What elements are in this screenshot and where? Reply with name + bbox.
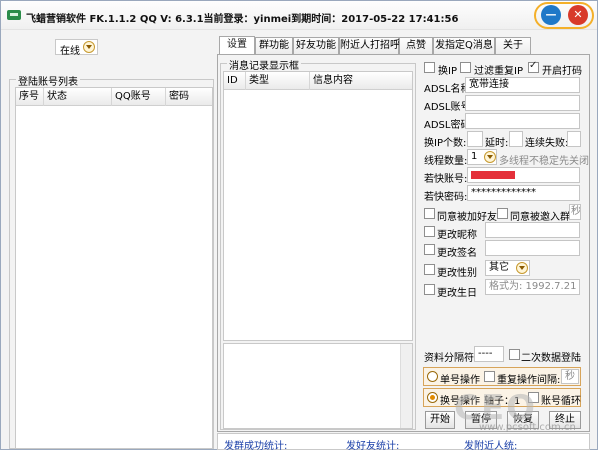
change-birthday-checkbox[interactable] bbox=[424, 284, 435, 295]
change-gender-label: 更改性别 bbox=[437, 268, 477, 279]
app-logo-icon bbox=[7, 10, 21, 20]
repeat-interval-input[interactable]: 秒 bbox=[561, 369, 579, 384]
enable-coding-label: 开启打码 bbox=[542, 66, 582, 77]
column-type[interactable]: 类型 bbox=[246, 72, 310, 90]
tab-about[interactable]: 关于 bbox=[495, 37, 531, 54]
switch-ip-label: 换IP bbox=[438, 66, 457, 77]
threads-label: 线程数量: bbox=[424, 156, 468, 167]
separator-label: 资料分隔符: bbox=[424, 353, 478, 364]
friend-stat: 发好友统计: bbox=[346, 441, 400, 450]
account-list-table[interactable]: 序号 状态 QQ账号 密码 bbox=[15, 87, 213, 449]
accept-group-checkbox[interactable] bbox=[497, 208, 508, 219]
column-password[interactable]: 密码 bbox=[166, 88, 212, 106]
scrollbar[interactable] bbox=[400, 344, 412, 428]
title-bar: 飞蜡营销软件 FK.1.1.2 QQ V: 6.3.1当前登录：yinmei到期… bbox=[1, 1, 597, 30]
repeat-op-checkbox[interactable] bbox=[484, 371, 495, 382]
accept-friend-label: 同意被加好友 bbox=[437, 212, 497, 223]
secondary-login-label: 二次数据登陆 bbox=[521, 353, 581, 364]
adsl-name-input[interactable]: 宽带连接 bbox=[465, 77, 580, 93]
change-birthday-label: 更改生日 bbox=[437, 288, 477, 299]
status-area: 在线 bbox=[8, 34, 213, 72]
watermark-url: www.pcsoft.com.cn bbox=[479, 422, 576, 433]
group-success-stat: 发群成功统计: bbox=[224, 441, 288, 450]
column-info-content[interactable]: 信息内容 bbox=[310, 72, 412, 90]
message-log-title: 消息记录显示框 bbox=[227, 57, 301, 72]
accept-group-label: 同意被邀入群 bbox=[510, 212, 570, 223]
single-op-panel: 单号操作 重复操作间隔: 秒 bbox=[423, 367, 581, 386]
single-op-radio[interactable] bbox=[427, 371, 438, 382]
change-nick-checkbox[interactable] bbox=[424, 226, 435, 237]
online-status-value: 在线 bbox=[60, 46, 80, 57]
tab-nearby-greeting[interactable]: 附近人打招呼 bbox=[339, 37, 400, 54]
app-window: 飞蜡营销软件 FK.1.1.2 QQ V: 6.3.1当前登录：yinmei到期… bbox=[0, 0, 598, 450]
birthday-input[interactable]: 格式为: 1992.7.21 bbox=[485, 279, 580, 295]
threads-value: 1 bbox=[471, 151, 478, 162]
column-qq-account[interactable]: QQ账号 bbox=[112, 88, 166, 106]
account-list-title: 登陆账号列表 bbox=[16, 73, 80, 88]
chevron-down-icon[interactable] bbox=[83, 41, 95, 53]
tab-settings[interactable]: 设置 bbox=[219, 36, 255, 54]
change-sign-label: 更改签名 bbox=[437, 248, 477, 259]
minimize-button[interactable]: — bbox=[541, 5, 561, 25]
fail-count-input[interactable] bbox=[567, 131, 581, 147]
enable-coding-checkbox[interactable] bbox=[528, 60, 539, 73]
delay-input[interactable] bbox=[509, 131, 523, 147]
tab-send-q-message[interactable]: 发指定Q消息 bbox=[433, 37, 495, 54]
account-list-header: 序号 状态 QQ账号 密码 bbox=[16, 88, 212, 106]
window-title: 飞蜡营销软件 FK.1.1.2 QQ V: 6.3.1当前登录：yinmei到期… bbox=[26, 14, 459, 25]
secondary-login-checkbox[interactable] bbox=[509, 349, 520, 360]
close-button[interactable]: ✕ bbox=[568, 5, 588, 25]
ruokuai-account-label: 若快账号: bbox=[424, 174, 468, 185]
ruokuai-password-label: 若快密码: bbox=[424, 192, 468, 203]
column-status[interactable]: 状态 bbox=[44, 88, 112, 106]
tab-like[interactable]: 点赞 bbox=[399, 37, 433, 54]
change-gender-checkbox[interactable] bbox=[424, 264, 435, 275]
fail-count-label: 连续失败: bbox=[525, 138, 569, 149]
delay-label: 延时: bbox=[485, 138, 509, 149]
threads-select[interactable]: 1 bbox=[467, 149, 497, 165]
single-op-label: 单号操作 bbox=[440, 375, 480, 386]
tab-group-functions[interactable]: 群功能 bbox=[255, 37, 293, 54]
column-id[interactable]: ID bbox=[224, 72, 246, 90]
accept-group-seconds[interactable]: 秒 bbox=[569, 204, 581, 220]
gender-value: 其它 bbox=[489, 262, 509, 273]
message-detail-box[interactable] bbox=[223, 343, 413, 429]
nearby-stat: 发附近人统: bbox=[464, 441, 518, 450]
ruokuai-password-input[interactable]: ************* bbox=[467, 185, 580, 201]
chevron-down-icon[interactable] bbox=[484, 151, 496, 163]
column-index[interactable]: 序号 bbox=[16, 88, 44, 106]
message-log-header: ID 类型 信息内容 bbox=[224, 72, 412, 90]
accept-friend-checkbox[interactable] bbox=[424, 208, 435, 219]
chevron-down-icon[interactable] bbox=[516, 262, 528, 274]
filter-dup-ip-checkbox[interactable] bbox=[460, 62, 471, 73]
switch-op-radio[interactable] bbox=[427, 392, 438, 403]
message-log-table[interactable]: ID 类型 信息内容 bbox=[223, 71, 413, 341]
start-button[interactable]: 开始 bbox=[425, 411, 455, 429]
nickname-input[interactable] bbox=[485, 222, 580, 238]
threads-hint: 多线程不稳定先关闭 bbox=[499, 156, 589, 167]
ip-count-input[interactable] bbox=[467, 131, 483, 147]
redacted-account bbox=[471, 171, 515, 179]
change-nick-label: 更改昵称 bbox=[437, 230, 477, 241]
ip-count-label: 换IP个数: bbox=[424, 138, 467, 149]
separator-input[interactable]: ---- bbox=[474, 346, 504, 362]
signature-input[interactable] bbox=[485, 240, 580, 256]
switch-ip-checkbox[interactable] bbox=[424, 62, 435, 73]
ruokuai-account-input[interactable] bbox=[467, 167, 580, 183]
online-status-select[interactable]: 在线 bbox=[55, 39, 98, 57]
filter-dup-ip-label: 过滤重复IP bbox=[474, 66, 523, 77]
repeat-interval-label: 重复操作间隔: bbox=[497, 375, 561, 386]
gender-select[interactable]: 其它 bbox=[485, 260, 530, 276]
tab-friend-functions[interactable]: 好友功能 bbox=[293, 37, 339, 54]
adsl-password-input[interactable] bbox=[465, 113, 580, 129]
change-sign-checkbox[interactable] bbox=[424, 244, 435, 255]
adsl-account-input[interactable] bbox=[465, 95, 580, 111]
